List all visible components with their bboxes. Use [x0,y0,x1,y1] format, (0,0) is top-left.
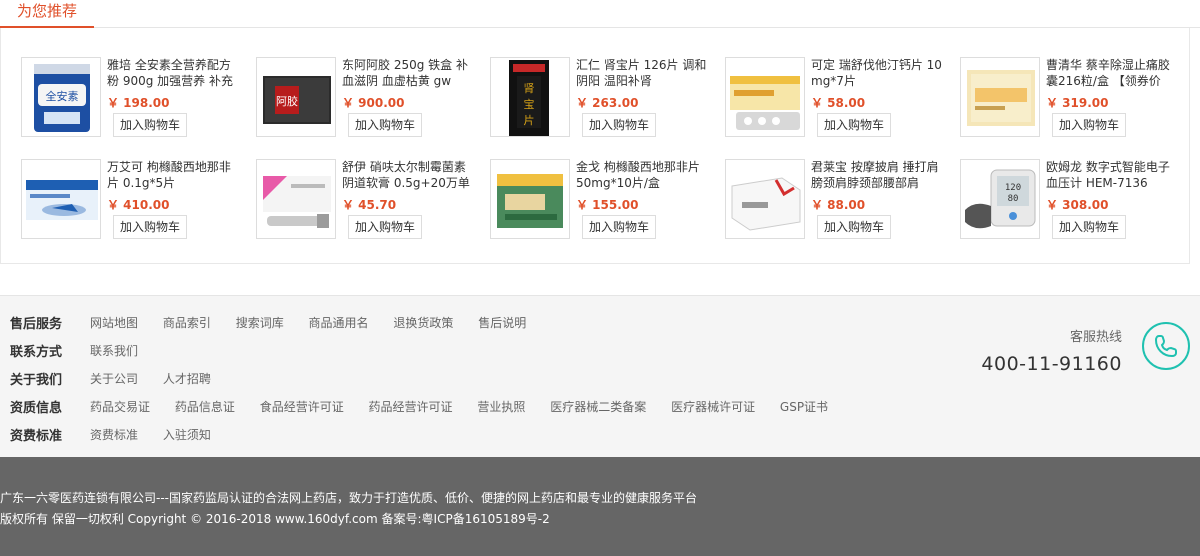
footer-row-title: 资费标准 [10,429,63,444]
copyright-band: 广东一六零医药连锁有限公司---国家药监局认证的合法网上药店，致力于打造优质、低… [0,457,1200,556]
footer-link[interactable]: 药品经营许可证 [369,400,453,414]
copyright-line-2: 版权所有 保留一切权利 Copyright © 2016-2018 www.16… [0,512,550,526]
add-to-cart-button[interactable]: 加入购物车 [1052,113,1126,137]
product-name[interactable]: 欧姆龙 数字式智能电子血压计 HEM-7136 [1046,159,1181,193]
ejiao-box-icon[interactable]: 阿胶 [256,57,336,137]
footer-link[interactable]: 网站地图 [90,316,138,330]
phone-icon[interactable] [1142,322,1190,370]
footer-link[interactable]: 营业执照 [477,400,525,414]
footer-link[interactable]: 退换货政策 [393,316,453,330]
product-name[interactable]: 舒伊 硝呋太尔制霉菌素阴道软膏 0.5g+20万单 [342,159,477,193]
ointment-box-icon[interactable] [256,159,336,239]
product-name[interactable]: 雅培 全安素全营养配方粉 900g 加强营养 补充 [107,57,242,91]
product-card[interactable]: 万艾可 枸橼酸西地那非片 0.1g*5片 ￥ 410.00 加入购物车 [21,159,246,244]
product-price: ￥ 900.00 [342,96,405,110]
recommend-header: 为您推荐 [0,0,1200,28]
product-name[interactable]: 东阿阿胶 250g 铁盒 补血滋阴 血虚枯黄 gw [342,57,477,91]
capsule-box-icon[interactable] [960,57,1040,137]
product-price: ￥ 308.00 [1046,198,1109,212]
add-to-cart-button[interactable]: 加入购物车 [1052,215,1126,239]
product-name[interactable]: 金戈 枸橼酸西地那非片 50mg*10片/盒 [576,159,711,193]
product-name[interactable]: 曹清华 蔡辛除湿止痛胶囊216粒/盒 【领券价 [1046,57,1181,91]
hotline-number: 400-11-91160 [981,353,1122,375]
hotline: 客服热线 400-11-91160 [981,326,1122,375]
jinge-box-icon[interactable] [490,159,570,239]
footer-link[interactable]: 医疗器械二类备案 [550,400,646,414]
footer-row-title: 资质信息 [10,401,63,416]
add-to-cart-button[interactable]: 加入购物车 [348,215,422,239]
product-price: ￥ 45.70 [342,198,397,212]
product-price: ￥ 263.00 [576,96,639,110]
footer-link[interactable]: 药品交易证 [90,400,150,414]
footer-links: 售后服务 网站地图 商品索引 搜索词库 商品通用名 退换货政策 售后说明 联系方… [0,295,1200,457]
product-card[interactable]: 阿胶 东阿阿胶 250g 铁盒 补血滋阴 血虚枯黄 gw ￥ 900.00 加入… [256,57,481,142]
recommend-title: 为您推荐 [0,0,94,28]
product-card[interactable]: 肾宝片 汇仁 肾宝片 126片 调和阴阳 温阳补肾 ￥ 263.00 加入购物车 [490,57,715,142]
product-card[interactable]: 君莱宝 按摩披肩 捶打肩膀颈肩脖颈部腰部肩 ￥ 88.00 加入购物车 [725,159,950,244]
footer-link[interactable]: 入驻须知 [163,428,211,442]
footer-link[interactable]: GSP证书 [780,400,828,414]
footer-link[interactable]: 关于公司 [90,372,138,386]
footer-link[interactable]: 资费标准 [90,428,138,442]
recommend-panel: 全安素 雅培 全安素全营养配方粉 900g 加强营养 补充 ￥ 198.00 加… [0,28,1190,264]
product-card[interactable]: 120 80 欧姆龙 数字式智能电子血压计 HEM-7136 ￥ 308.00 加… [960,159,1185,244]
add-to-cart-button[interactable]: 加入购物车 [582,113,656,137]
product-card[interactable]: 金戈 枸橼酸西地那非片 50mg*10片/盒 ￥ 155.00 加入购物车 [490,159,715,244]
massager-box-icon[interactable] [725,159,805,239]
svg-text:阿胶: 阿胶 [276,94,298,108]
product-name[interactable]: 可定 瑞舒伐他汀钙片 10mg*7片 [811,57,946,91]
svg-text:全安素: 全安素 [46,89,79,103]
product-price: ￥ 319.00 [1046,96,1109,110]
footer-row-title: 售后服务 [10,317,63,332]
footer-link[interactable]: 人才招聘 [163,372,211,386]
product-price: ￥ 155.00 [576,198,639,212]
add-to-cart-button[interactable]: 加入购物车 [113,215,187,239]
product-name[interactable]: 万艾可 枸橼酸西地那非片 0.1g*5片 [107,159,242,193]
product-card[interactable]: 舒伊 硝呋太尔制霉菌素阴道软膏 0.5g+20万单 ￥ 45.70 加入购物车 [256,159,481,244]
add-to-cart-button[interactable]: 加入购物车 [817,113,891,137]
product-name[interactable]: 汇仁 肾宝片 126片 调和阴阳 温阳补肾 [576,57,711,91]
add-to-cart-button[interactable]: 加入购物车 [348,113,422,137]
viagra-box-icon[interactable] [21,159,101,239]
footer-link[interactable]: 搜索词库 [236,316,284,330]
footer-link[interactable]: 医疗器械许可证 [671,400,755,414]
footer-link[interactable]: 食品经营许可证 [260,400,344,414]
svg-text:120: 120 [1005,183,1021,193]
add-to-cart-button[interactable]: 加入购物车 [582,215,656,239]
product-card[interactable]: 全安素 雅培 全安素全营养配方粉 900g 加强营养 补充 ￥ 198.00 加… [21,57,246,142]
svg-text:片: 片 [524,114,535,127]
hotline-label: 客服热线 [1069,330,1122,345]
milk-powder-can-icon[interactable]: 全安素 [21,57,101,137]
footer-link[interactable]: 商品通用名 [309,316,369,330]
blood-pressure-monitor-icon[interactable]: 120 80 [960,159,1040,239]
product-price: ￥ 88.00 [811,198,866,212]
footer-link[interactable]: 商品索引 [163,316,211,330]
tablet-box-icon[interactable] [725,57,805,137]
product-card[interactable]: 曹清华 蔡辛除湿止痛胶囊216粒/盒 【领券价 ￥ 319.00 加入购物车 [960,57,1185,142]
footer-link[interactable]: 售后说明 [478,316,526,330]
footer-link[interactable]: 联系我们 [90,344,138,358]
add-to-cart-button[interactable]: 加入购物车 [113,113,187,137]
svg-text:肾: 肾 [524,82,535,95]
product-price: ￥ 410.00 [107,198,170,212]
svg-text:宝: 宝 [524,97,535,111]
footer-link[interactable]: 药品信息证 [175,400,235,414]
svg-text:80: 80 [1008,194,1019,204]
add-to-cart-button[interactable]: 加入购物车 [817,215,891,239]
product-name[interactable]: 君莱宝 按摩披肩 捶打肩膀颈肩脖颈部腰部肩 [811,159,946,193]
product-price: ￥ 58.00 [811,96,866,110]
footer-row-title: 联系方式 [10,345,63,360]
footer-row-title: 关于我们 [10,373,63,388]
shenbao-box-icon[interactable]: 肾宝片 [490,57,570,137]
copyright-line-1: 广东一六零医药连锁有限公司---国家药监局认证的合法网上药店，致力于打造优质、低… [0,491,697,505]
product-card[interactable]: 可定 瑞舒伐他汀钙片 10mg*7片 ￥ 58.00 加入购物车 [725,57,950,142]
product-price: ￥ 198.00 [107,96,170,110]
